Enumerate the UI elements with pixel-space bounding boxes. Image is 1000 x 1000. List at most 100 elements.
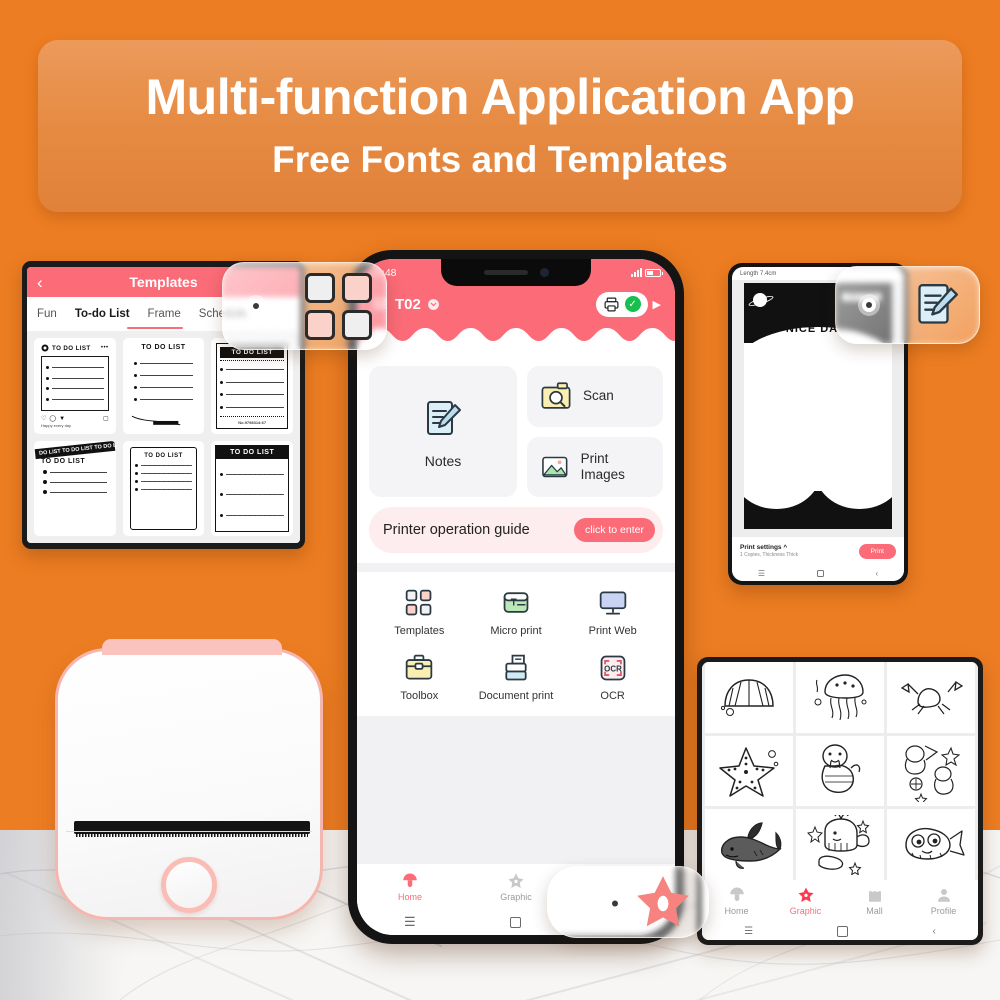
shell-graphic	[720, 679, 774, 717]
nav-profile[interactable]: Profile	[909, 886, 978, 916]
front-camera	[539, 268, 549, 277]
function-templates[interactable]: Templates	[371, 588, 468, 637]
image-icon	[542, 456, 568, 478]
section-divider	[357, 563, 675, 572]
notes-card-label: Notes	[424, 452, 462, 469]
function-label: Templates	[394, 625, 445, 637]
lens-highlight-dot	[249, 299, 263, 313]
graphic-pufferfish[interactable]	[887, 809, 975, 880]
graphic-jellyfish[interactable]	[796, 662, 884, 733]
notes-card[interactable]: Notes	[369, 366, 517, 497]
document-print-icon	[505, 654, 527, 681]
menu-icon[interactable]: ☰	[758, 569, 765, 578]
template-card[interactable]: TO DO LIST	[122, 441, 205, 536]
template-card-title: TO DO LIST	[216, 446, 288, 459]
graphic-walrus-pair[interactable]	[887, 735, 975, 807]
print-images-card[interactable]: Print Images	[527, 436, 663, 497]
tab-frame[interactable]: Frame	[148, 308, 181, 320]
function-print-web[interactable]: Print Web	[564, 588, 661, 637]
back-icon[interactable]: ‹	[875, 569, 878, 578]
function-micro-print[interactable]: T Micro print	[468, 588, 565, 637]
templates-grid: TO DO LIST ••• ♡ ◯ ▼ ▢ Happy every day T…	[27, 331, 300, 543]
template-card-title: TO DO LIST	[52, 344, 91, 352]
phone-content: Notes Scan Print Images Printer operatio…	[357, 356, 675, 863]
printer-guide-banner[interactable]: Printer operation guide click to enter	[369, 507, 663, 553]
template-card[interactable]: TO DO LIST	[211, 441, 293, 536]
lens-highlight-dot	[608, 896, 619, 908]
jellyfish-graphic	[814, 674, 867, 721]
chevron-down-circle-icon[interactable]	[427, 298, 440, 311]
battery-icon	[645, 268, 663, 277]
chevron-right-icon[interactable]: ▶	[653, 298, 661, 311]
template-card[interactable]: TO DO LIST	[122, 338, 205, 434]
scan-card-label: Scan	[583, 388, 614, 404]
print-settings-detail: 1 Copies, Thickness Thick	[740, 552, 799, 558]
nav-home[interactable]: Home	[702, 886, 771, 916]
walrus-graphic	[821, 744, 861, 793]
function-label: Document print	[478, 690, 554, 702]
whale-graphic	[807, 814, 870, 875]
chevron-up-icon[interactable]: ^	[783, 544, 787, 551]
function-document-print[interactable]: Document print	[468, 653, 565, 702]
template-checklist	[130, 351, 198, 412]
print-button[interactable]: Print	[858, 543, 896, 559]
printer-status-pill[interactable]: ✓	[595, 291, 648, 317]
back-icon[interactable]: ‹	[933, 926, 936, 937]
center-phone: 11:48 T02	[348, 250, 684, 944]
micro-print-icon: T	[503, 592, 529, 613]
graphic-crab[interactable]	[887, 662, 975, 733]
template-card[interactable]: DO LIST TO DO LIST TO DO LI TO DO LIST	[34, 441, 116, 536]
click-to-enter-button[interactable]: click to enter	[574, 517, 655, 543]
templates-grid-icon	[305, 272, 372, 340]
square-icon[interactable]	[509, 916, 521, 928]
comment-icon: ◯	[49, 416, 57, 422]
svg-text:T: T	[511, 598, 517, 609]
template-card-note: No.9798314:67	[238, 420, 267, 425]
scan-card[interactable]: Scan	[527, 366, 663, 427]
nav-label: Home	[724, 906, 749, 916]
print-settings-label: Print settings ^	[740, 544, 788, 551]
printer-power-button[interactable]	[161, 857, 217, 913]
nav-label: Home	[397, 891, 422, 902]
graphic-icon-magnifier	[547, 866, 709, 938]
print-settings-bar[interactable]: Print settings ^ 1 Copies, Thickness Thi…	[732, 537, 904, 565]
graphic-shell[interactable]	[705, 662, 793, 733]
earpiece-speaker	[483, 270, 528, 275]
wave-shape	[357, 328, 675, 357]
square-icon[interactable]	[816, 569, 824, 577]
portable-thermal-printer	[55, 639, 323, 920]
print-images-card-label: Print Images	[580, 451, 625, 482]
printer-seam	[66, 831, 312, 832]
bag-icon	[868, 887, 881, 902]
nav-home[interactable]: Home	[357, 872, 463, 902]
menu-icon[interactable]: ☰	[744, 926, 753, 937]
signal-bars-icon	[631, 268, 642, 277]
bookmark-icon: ▢	[102, 416, 109, 422]
lens-highlight-dot	[862, 298, 876, 312]
square-icon[interactable]	[837, 925, 849, 937]
template-card-title: TO DO LIST	[41, 458, 86, 465]
bottom-nav: Home Graphic Mall Profile	[702, 880, 978, 922]
nav-graphic[interactable]: Graphic	[771, 886, 840, 916]
more-icon[interactable]: •••	[101, 345, 109, 351]
graphic-shark[interactable]	[705, 809, 793, 880]
toolbox-icon	[406, 654, 433, 680]
graphic-walrus[interactable]	[796, 735, 884, 807]
tab-todo-list[interactable]: To-do List	[75, 308, 130, 320]
templates-grid-icon	[406, 589, 432, 616]
function-ocr[interactable]: OCR OCR	[564, 653, 661, 702]
nav-mall[interactable]: Mall	[840, 886, 909, 916]
tab-fun[interactable]: Fun	[37, 308, 57, 320]
graphic-starfish[interactable]	[705, 735, 793, 807]
template-card[interactable]: TO DO LIST ••• ♡ ◯ ▼ ▢ Happy every day	[34, 338, 116, 434]
template-card-title: TO DO LIST	[144, 453, 183, 459]
graphics-screen: Home Graphic Mall Profile ☰ ‹	[702, 662, 978, 940]
mushroom-icon	[403, 873, 417, 887]
menu-icon[interactable]: ☰	[404, 914, 416, 930]
function-toolbox[interactable]: Toolbox	[371, 653, 468, 702]
template-card[interactable]: TO DO LIST No.9798314:67	[211, 338, 293, 434]
header-banner: Multi-function Application App Free Font…	[38, 40, 962, 212]
notes-icon-magnifier	[835, 266, 980, 344]
template-card-title: TO DO LIST	[141, 344, 186, 351]
graphic-whale[interactable]	[796, 809, 884, 880]
